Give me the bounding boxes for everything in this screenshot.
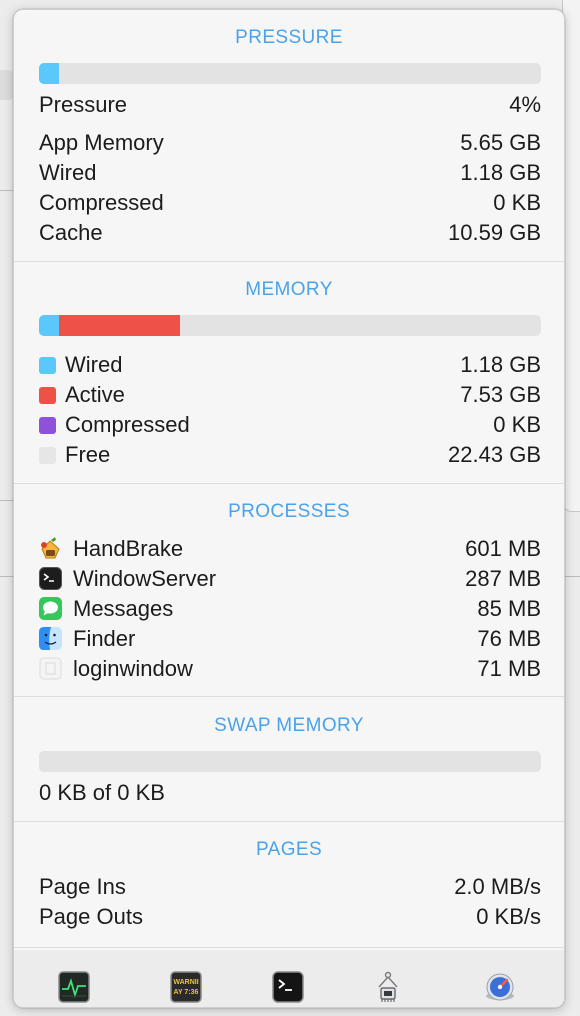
process-name: Finder bbox=[73, 626, 136, 651]
section-divider bbox=[14, 483, 564, 484]
process-memory: 85 MB bbox=[477, 596, 541, 621]
row-label: Wired bbox=[39, 160, 97, 185]
section-divider bbox=[14, 696, 564, 697]
row-value: 2.0 MB/s bbox=[454, 874, 541, 899]
process-memory: 76 MB bbox=[477, 626, 541, 651]
process-memory: 601 MB bbox=[465, 536, 541, 561]
wired-row: Wired 1.18 GB bbox=[39, 158, 541, 188]
memory-section-title: MEMORY bbox=[245, 279, 333, 300]
messages-icon bbox=[39, 597, 62, 620]
compressed-color-swatch bbox=[39, 417, 56, 434]
process-memory: 287 MB bbox=[465, 566, 541, 591]
row-value: 22.43 GB bbox=[448, 442, 541, 467]
row-label: Free bbox=[65, 442, 111, 467]
row-label: Compressed bbox=[39, 190, 164, 215]
process-memory: 71 MB bbox=[477, 656, 541, 681]
section-divider bbox=[14, 821, 564, 822]
row-label: Cache bbox=[39, 220, 103, 245]
compressed-row: Compressed 0 KB bbox=[39, 188, 541, 218]
process-row[interactable]: Finder 76 MB bbox=[39, 624, 541, 654]
row-value: 4% bbox=[509, 92, 541, 117]
memory-bar-active-segment bbox=[59, 315, 180, 336]
background-divider bbox=[0, 576, 13, 577]
activity-monitor-button[interactable] bbox=[58, 971, 90, 1003]
disk-utility-icon bbox=[484, 973, 516, 1007]
console-icon-text-line1: WARNII bbox=[173, 979, 198, 986]
active-color-swatch bbox=[39, 387, 56, 404]
row-label: Page Outs bbox=[39, 904, 143, 929]
swap-usage-row: 0 KB of 0 KB bbox=[39, 778, 541, 808]
background-divider bbox=[565, 576, 580, 577]
processes-section-title: PROCESSES bbox=[228, 501, 350, 522]
row-value: 0 KB/s bbox=[476, 904, 541, 929]
console-button[interactable]: WARNII AY 7:36 bbox=[170, 971, 202, 1003]
row-value: 0 KB bbox=[493, 412, 541, 437]
swap-section-title: SWAP MEMORY bbox=[214, 715, 364, 736]
pages-section-title: PAGES bbox=[255, 839, 323, 860]
memory-active-row: Active 7.53 GB bbox=[39, 380, 541, 410]
bottom-toolbar: WARNII AY 7:36 bbox=[14, 950, 564, 1007]
memory-bar-wired-segment bbox=[39, 315, 60, 336]
background-window-fragment bbox=[0, 70, 14, 100]
row-label: Pressure bbox=[39, 92, 128, 117]
process-row[interactable]: HandBrake 601 MB bbox=[39, 534, 541, 564]
handbrake-icon bbox=[39, 537, 62, 560]
row-value: 1.18 GB bbox=[460, 160, 541, 185]
process-name: HandBrake bbox=[73, 536, 184, 561]
memory-free-row: Free 22.43 GB bbox=[39, 440, 541, 470]
row-value: 5.65 GB bbox=[460, 130, 541, 155]
cache-row: Cache 10.59 GB bbox=[39, 218, 541, 248]
background-divider bbox=[0, 190, 13, 191]
process-row[interactable]: loginwindow 71 MB bbox=[39, 654, 541, 684]
pressure-bar-fill bbox=[39, 63, 60, 84]
section-divider bbox=[14, 947, 564, 948]
loginwindow-icon bbox=[39, 657, 62, 680]
system-information-button[interactable] bbox=[372, 971, 404, 1003]
swap-bar bbox=[39, 751, 541, 772]
wired-color-swatch bbox=[39, 357, 56, 374]
process-name: WindowServer bbox=[73, 566, 217, 591]
process-row[interactable]: WindowServer 287 MB bbox=[39, 564, 541, 594]
memory-compressed-row: Compressed 0 KB bbox=[39, 410, 541, 440]
app-memory-row: App Memory 5.65 GB bbox=[39, 128, 541, 158]
swap-usage-text: 0 KB of 0 KB bbox=[39, 780, 165, 805]
memory-popover: PRESSURE Pressure 4% App Memory 5.65 GB … bbox=[13, 9, 565, 1008]
process-name: Messages bbox=[73, 596, 174, 621]
row-label: App Memory bbox=[39, 130, 164, 155]
row-label: Compressed bbox=[65, 412, 190, 437]
pressure-bar bbox=[39, 63, 541, 84]
activity-monitor-icon bbox=[58, 971, 90, 1007]
row-label: Wired bbox=[65, 352, 123, 377]
pressure-section-title: PRESSURE bbox=[235, 27, 343, 48]
memory-wired-row: Wired 1.18 GB bbox=[39, 350, 541, 380]
row-label: Page Ins bbox=[39, 874, 126, 899]
finder-icon bbox=[39, 627, 62, 650]
row-value: 7.53 GB bbox=[460, 382, 541, 407]
console-icon-text-line2: AY 7:36 bbox=[174, 989, 199, 996]
page-ins-row: Page Ins 2.0 MB/s bbox=[39, 872, 541, 902]
pressure-row: Pressure 4% bbox=[39, 90, 541, 120]
memory-bar bbox=[39, 315, 541, 336]
system-information-icon bbox=[372, 971, 404, 1007]
page-outs-row: Page Outs 0 KB/s bbox=[39, 902, 541, 932]
section-divider bbox=[14, 261, 564, 262]
process-name: loginwindow bbox=[73, 656, 193, 681]
terminal-icon bbox=[272, 971, 304, 1007]
row-label: Active bbox=[65, 382, 125, 407]
process-row[interactable]: Messages 85 MB bbox=[39, 594, 541, 624]
background-divider bbox=[0, 500, 13, 501]
row-value: 1.18 GB bbox=[460, 352, 541, 377]
row-value: 0 KB bbox=[493, 190, 541, 215]
disk-utility-button[interactable] bbox=[484, 971, 516, 1003]
terminal-button[interactable] bbox=[272, 971, 304, 1003]
console-icon: WARNII AY 7:36 bbox=[170, 971, 202, 1007]
free-color-swatch bbox=[39, 447, 56, 464]
row-value: 10.59 GB bbox=[448, 220, 541, 245]
terminal-icon bbox=[39, 567, 62, 590]
